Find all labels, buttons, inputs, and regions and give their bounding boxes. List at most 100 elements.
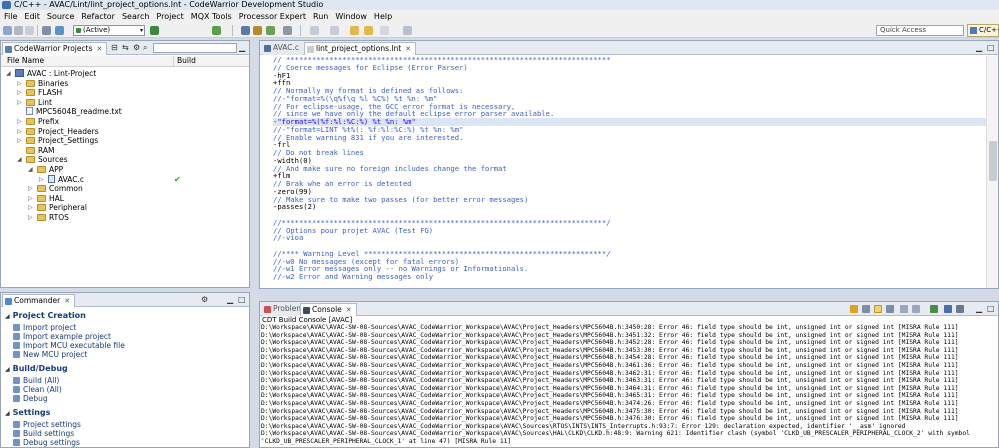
maximize-icon[interactable]: □: [987, 43, 995, 52]
commander-link[interactable]: Import example project: [13, 332, 111, 341]
commander-section-header[interactable]: ◢ Build/Debug: [5, 364, 68, 373]
tree-item[interactable]: ▷ FLASH: [17, 88, 62, 98]
close-icon[interactable]: ✕: [64, 297, 70, 305]
close-icon[interactable]: ✕: [346, 306, 352, 314]
console-output[interactable]: D:\Workspace\AVAC\AVAC-SW-08-Sources\AVA…: [260, 324, 998, 447]
display-console-icon[interactable]: [944, 305, 952, 313]
menu-item-help[interactable]: Help: [374, 12, 392, 21]
project-filter-input[interactable]: [153, 43, 237, 53]
menu-item-file[interactable]: File: [4, 12, 17, 21]
column-file-name[interactable]: File Name: [7, 56, 44, 66]
new-icon[interactable]: [3, 26, 12, 35]
tree-item[interactable]: ▷ Peripheral: [28, 203, 87, 213]
tab-codewarrior-projects[interactable]: CodeWarrior Projects ✕: [2, 42, 108, 55]
minimize-icon[interactable]: ▁: [976, 304, 982, 313]
scroll-lock-icon[interactable]: [862, 305, 870, 313]
search-icon[interactable]: ⌕: [143, 43, 147, 53]
tree-item[interactable]: ◢ Sources: [17, 155, 68, 165]
annotation-prev-icon[interactable]: [330, 26, 339, 35]
tree-item[interactable]: ▷ Common: [28, 184, 83, 194]
collapsed-arrow-icon[interactable]: ▷: [17, 127, 22, 137]
commander-link[interactable]: Import MCU executable file: [13, 341, 125, 350]
menu-item-edit[interactable]: Edit: [24, 12, 40, 21]
show-on-output-icon[interactable]: [874, 305, 882, 313]
tab-console[interactable]: Console ✕: [300, 303, 357, 316]
expanded-arrow-icon[interactable]: ◢: [5, 366, 10, 373]
save-icon[interactable]: [14, 26, 23, 35]
tree-item[interactable]: ▷ Project_Settings: [17, 136, 98, 146]
forward-arrow-icon[interactable]: [380, 26, 389, 35]
expanded-arrow-icon[interactable]: ◢: [6, 69, 11, 79]
collapsed-arrow-icon[interactable]: ▷: [28, 203, 33, 213]
perspective-button[interactable]: C/C++: [967, 24, 999, 37]
collapsed-arrow-icon[interactable]: ▷: [17, 117, 22, 127]
terminate-icon[interactable]: [956, 305, 964, 313]
back-arrow-icon[interactable]: [364, 26, 373, 35]
tree-item[interactable]: ▷ Lint: [17, 98, 52, 108]
collapse-all-icon[interactable]: ⊟: [111, 43, 118, 52]
expanded-arrow-icon[interactable]: ◢: [5, 410, 10, 417]
tree-item[interactable]: RAM: [26, 146, 55, 156]
collapsed-arrow-icon[interactable]: ▷: [39, 175, 44, 185]
tree-item[interactable]: ▷ RTOS: [28, 213, 69, 223]
view-menu-icon[interactable]: ⚙: [201, 295, 208, 304]
build-config-select[interactable]: (Active) ▾: [73, 25, 145, 36]
scroll-thumb[interactable]: [989, 141, 997, 181]
tree-item[interactable]: ▷ Prefix: [17, 117, 59, 127]
tab-commander[interactable]: Commander ✕: [2, 294, 76, 307]
commander-link[interactable]: Build (All): [13, 376, 59, 385]
link-editor-icon[interactable]: ⇆: [122, 43, 129, 52]
collapsed-arrow-icon[interactable]: ▷: [17, 136, 22, 146]
collapsed-arrow-icon[interactable]: ▷: [17, 98, 22, 108]
tab-lint-project-options[interactable]: lint_project_options.lnt ✕: [304, 42, 417, 55]
pin-icon[interactable]: [403, 26, 412, 35]
menu-item-processor-expert[interactable]: Processor Expert: [239, 12, 306, 21]
commander-link[interactable]: New MCU project: [13, 350, 87, 359]
word-wrap-icon[interactable]: [900, 305, 908, 313]
menu-item-search[interactable]: Search: [122, 12, 149, 21]
debug-icon[interactable]: [212, 26, 221, 35]
tree-item[interactable]: ◢ AVAC : Lint-Project: [6, 69, 96, 79]
column-build[interactable]: Build: [173, 56, 196, 67]
tree-item[interactable]: ◢ APP: [28, 165, 63, 175]
pin-console-icon[interactable]: [886, 305, 894, 313]
commander-section-header[interactable]: ◢ Project Creation: [5, 311, 86, 320]
annotation-next-icon[interactable]: [310, 26, 319, 35]
commander-link[interactable]: Clean (All): [13, 385, 62, 394]
copy-icon[interactable]: [912, 305, 920, 313]
collapsed-arrow-icon[interactable]: ▷: [28, 213, 33, 223]
tree-item[interactable]: ▷ AVAC.c: [39, 174, 84, 185]
minimize-icon[interactable]: ▁: [227, 295, 233, 304]
build-hammer-icon[interactable]: [42, 26, 51, 35]
tree-item[interactable]: ▷ Binaries: [17, 79, 68, 89]
tree-item[interactable]: ▷ HAL: [28, 194, 64, 204]
close-icon[interactable]: ✕: [405, 45, 411, 53]
close-icon[interactable]: ✕: [96, 45, 102, 53]
search-icon[interactable]: [241, 26, 250, 35]
maximize-icon[interactable]: □: [987, 304, 995, 313]
minimize-icon[interactable]: ▁: [976, 43, 982, 52]
tree-item[interactable]: ▷ Project_Headers: [17, 127, 99, 137]
tab-avac-c[interactable]: AVAC.c: [262, 42, 304, 55]
clear-console-icon[interactable]: [850, 305, 858, 313]
build-config-icon[interactable]: [55, 26, 64, 35]
collapsed-arrow-icon[interactable]: ▷: [28, 194, 33, 204]
commander-link[interactable]: Project settings: [13, 420, 81, 429]
tree-item[interactable]: MPC5604B_readme.txt: [26, 107, 122, 117]
task-icon[interactable]: [283, 26, 292, 35]
expanded-arrow-icon[interactable]: ◢: [17, 155, 22, 165]
editor-scrollbar[interactable]: [986, 56, 998, 288]
launch-icon[interactable]: [266, 26, 275, 35]
code-editor[interactable]: // *************************************…: [260, 56, 986, 288]
commander-section-header[interactable]: ◢ Settings: [5, 408, 50, 417]
menu-item-run[interactable]: Run: [313, 12, 328, 21]
menu-item-project[interactable]: Project: [156, 12, 183, 21]
save-all-icon[interactable]: [25, 26, 34, 35]
collapsed-arrow-icon[interactable]: ▷: [17, 88, 22, 98]
menu-item-window[interactable]: Window: [335, 12, 367, 21]
commander-link[interactable]: Debug settings: [13, 438, 80, 447]
last-edit-icon[interactable]: [350, 26, 359, 35]
collapsed-arrow-icon[interactable]: ▷: [28, 184, 33, 194]
commander-link[interactable]: Debug: [13, 394, 48, 403]
commander-link[interactable]: Import project: [13, 323, 76, 332]
